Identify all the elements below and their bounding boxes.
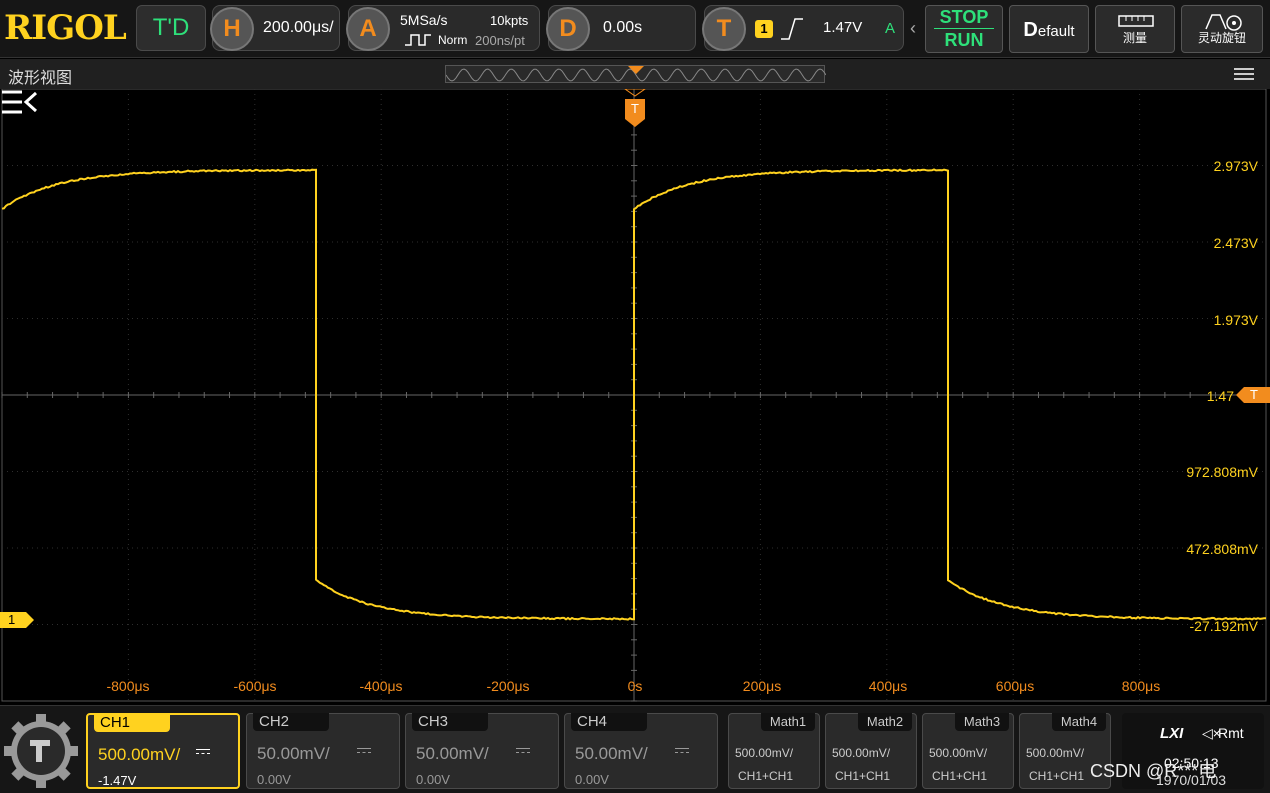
voltage-label: -27.192mV xyxy=(1190,618,1258,634)
waveform-overview[interactable] xyxy=(445,65,825,83)
run-label: RUN xyxy=(926,29,1002,51)
watermark: CSDN @R***电 xyxy=(1090,757,1216,783)
horizontal-badge[interactable]: H xyxy=(210,7,254,51)
math3-scale: 500.00mV/ xyxy=(929,746,987,760)
stop-label: STOP xyxy=(926,6,1002,28)
math2-tab: Math2 xyxy=(858,713,912,731)
delay-badge[interactable]: D xyxy=(546,7,590,51)
stop-run-button[interactable]: STOP RUN xyxy=(925,5,1003,53)
overview-wave xyxy=(446,66,826,84)
time-label: 200μs xyxy=(743,678,781,694)
ch1-panel[interactable]: CH1 500.00mV/ -1.47V xyxy=(86,713,240,789)
view-title-bar: 波形视图 xyxy=(0,59,1270,89)
ch4-panel[interactable]: CH4 50.00mV/ 0.00V xyxy=(564,713,718,789)
rising-edge-icon xyxy=(779,17,805,41)
voltage-label: 472.808mV xyxy=(1186,541,1258,557)
dc-coupling-icon xyxy=(675,748,689,756)
math4-source: CH1+CH1 xyxy=(1029,769,1084,783)
ch3-tab: CH3 xyxy=(412,713,488,731)
chevron-left-icon[interactable]: ‹ xyxy=(910,18,916,39)
view-title: 波形视图 xyxy=(8,64,72,88)
math1-scale: 500.00mV/ xyxy=(735,746,793,760)
time-label: -200μs xyxy=(486,678,529,694)
math4-tab: Math4 xyxy=(1052,713,1106,731)
ch4-offset: 0.00V xyxy=(575,772,609,787)
trigger-position-label: T xyxy=(623,101,647,116)
acquire-mode: Norm xyxy=(438,33,467,47)
lxi-status: LXI xyxy=(1160,725,1183,742)
voltage-label: 2.973V xyxy=(1214,158,1258,174)
trigger-level: 1.47V xyxy=(823,19,862,36)
math1-tab: Math1 xyxy=(761,713,815,731)
math2-scale: 500.00mV/ xyxy=(832,746,890,760)
time-resolution: 200ns/pt xyxy=(475,33,525,48)
ch4-scale: 50.00mV/ xyxy=(575,744,648,764)
ch2-offset: 0.00V xyxy=(257,772,291,787)
dc-coupling-icon xyxy=(516,748,530,756)
time-label: -400μs xyxy=(359,678,402,694)
time-label: -800μs xyxy=(106,678,149,694)
math3-panel[interactable]: Math3 500.00mV/ CH1+CH1 xyxy=(922,713,1014,789)
ch1-scale: 500.00mV/ xyxy=(98,745,180,765)
time-label: 600μs xyxy=(996,678,1034,694)
trigger-source-badge: 1 xyxy=(755,20,773,38)
voltage-label: 1.973V xyxy=(1214,312,1258,328)
time-label: 800μs xyxy=(1122,678,1160,694)
waveform-grid xyxy=(0,89,1270,703)
dc-coupling-icon xyxy=(357,748,371,756)
ch1-tab: CH1 xyxy=(94,714,170,732)
flex-knob-label: 灵动旋钮 xyxy=(1182,29,1262,46)
flex-knob-button[interactable]: 灵动旋钮 xyxy=(1181,5,1263,53)
math2-source: CH1+CH1 xyxy=(835,769,890,783)
ch1-offset-label: 1 xyxy=(8,612,15,627)
ch2-panel[interactable]: CH2 50.00mV/ 0.00V xyxy=(246,713,400,789)
ch2-scale: 50.00mV/ xyxy=(257,744,330,764)
hamburger-menu-icon[interactable] xyxy=(1234,65,1254,81)
time-label: 0s xyxy=(628,678,643,694)
sample-rate: 5MSa/s xyxy=(400,12,447,28)
top-toolbar: RIGOL T'D 200.00μs/ H 5MSa/s 10kpts Norm… xyxy=(0,0,1270,58)
acquire-badge[interactable]: A xyxy=(346,7,390,51)
default-initial: D xyxy=(1023,19,1037,41)
ch4-tab: CH4 xyxy=(571,713,647,731)
acquire-mode-icon xyxy=(405,33,431,47)
ch1-offset-marker[interactable] xyxy=(0,610,36,630)
timebase-value: 200.00μs/ xyxy=(263,19,334,37)
voltage-label: 1.47 xyxy=(1207,388,1234,404)
home-gear-icon[interactable] xyxy=(4,714,78,788)
dc-coupling-icon xyxy=(196,749,210,757)
ruler-icon xyxy=(1118,13,1154,29)
ch3-offset: 0.00V xyxy=(416,772,450,787)
bottom-channel-bar: CH1 500.00mV/ -1.47V CH2 50.00mV/ 0.00V … xyxy=(0,705,1270,793)
math1-source: CH1+CH1 xyxy=(738,769,793,783)
delay-value: 0.00s xyxy=(603,19,642,37)
ch1-offset: -1.47V xyxy=(98,773,136,788)
measure-button[interactable]: 测量 xyxy=(1095,5,1175,53)
math4-scale: 500.00mV/ xyxy=(1026,746,1084,760)
default-button[interactable]: Default xyxy=(1009,5,1089,53)
time-label: -600μs xyxy=(233,678,276,694)
waveform-display[interactable]: T 1 T 2.973V 2.473V 1.973V 1.47 972.808m… xyxy=(0,89,1270,703)
time-label: 400μs xyxy=(869,678,907,694)
math1-panel[interactable]: Math1 500.00mV/ CH1+CH1 xyxy=(728,713,820,789)
default-label: efault xyxy=(1038,23,1075,40)
math3-tab: Math3 xyxy=(955,713,1009,731)
trigger-badge[interactable]: T xyxy=(702,7,746,51)
math2-panel[interactable]: Math2 500.00mV/ CH1+CH1 xyxy=(825,713,917,789)
math3-source: CH1+CH1 xyxy=(932,769,987,783)
trigger-status-button[interactable]: T'D xyxy=(136,5,206,51)
voltage-label: 972.808mV xyxy=(1186,464,1258,480)
ch3-panel[interactable]: CH3 50.00mV/ 0.00V xyxy=(405,713,559,789)
trigger-sweep-mode: A xyxy=(885,20,895,37)
trigger-level-label: T xyxy=(1250,387,1258,402)
measure-label: 测量 xyxy=(1096,29,1174,46)
memory-depth: 10kpts xyxy=(490,13,528,28)
collapse-menu-icon[interactable] xyxy=(0,89,38,115)
ch2-tab: CH2 xyxy=(253,713,329,731)
remote-status: Rmt xyxy=(1218,725,1244,741)
voltage-label: 2.473V xyxy=(1214,235,1258,251)
rigol-logo: RIGOL xyxy=(4,8,126,48)
ch3-scale: 50.00mV/ xyxy=(416,744,489,764)
